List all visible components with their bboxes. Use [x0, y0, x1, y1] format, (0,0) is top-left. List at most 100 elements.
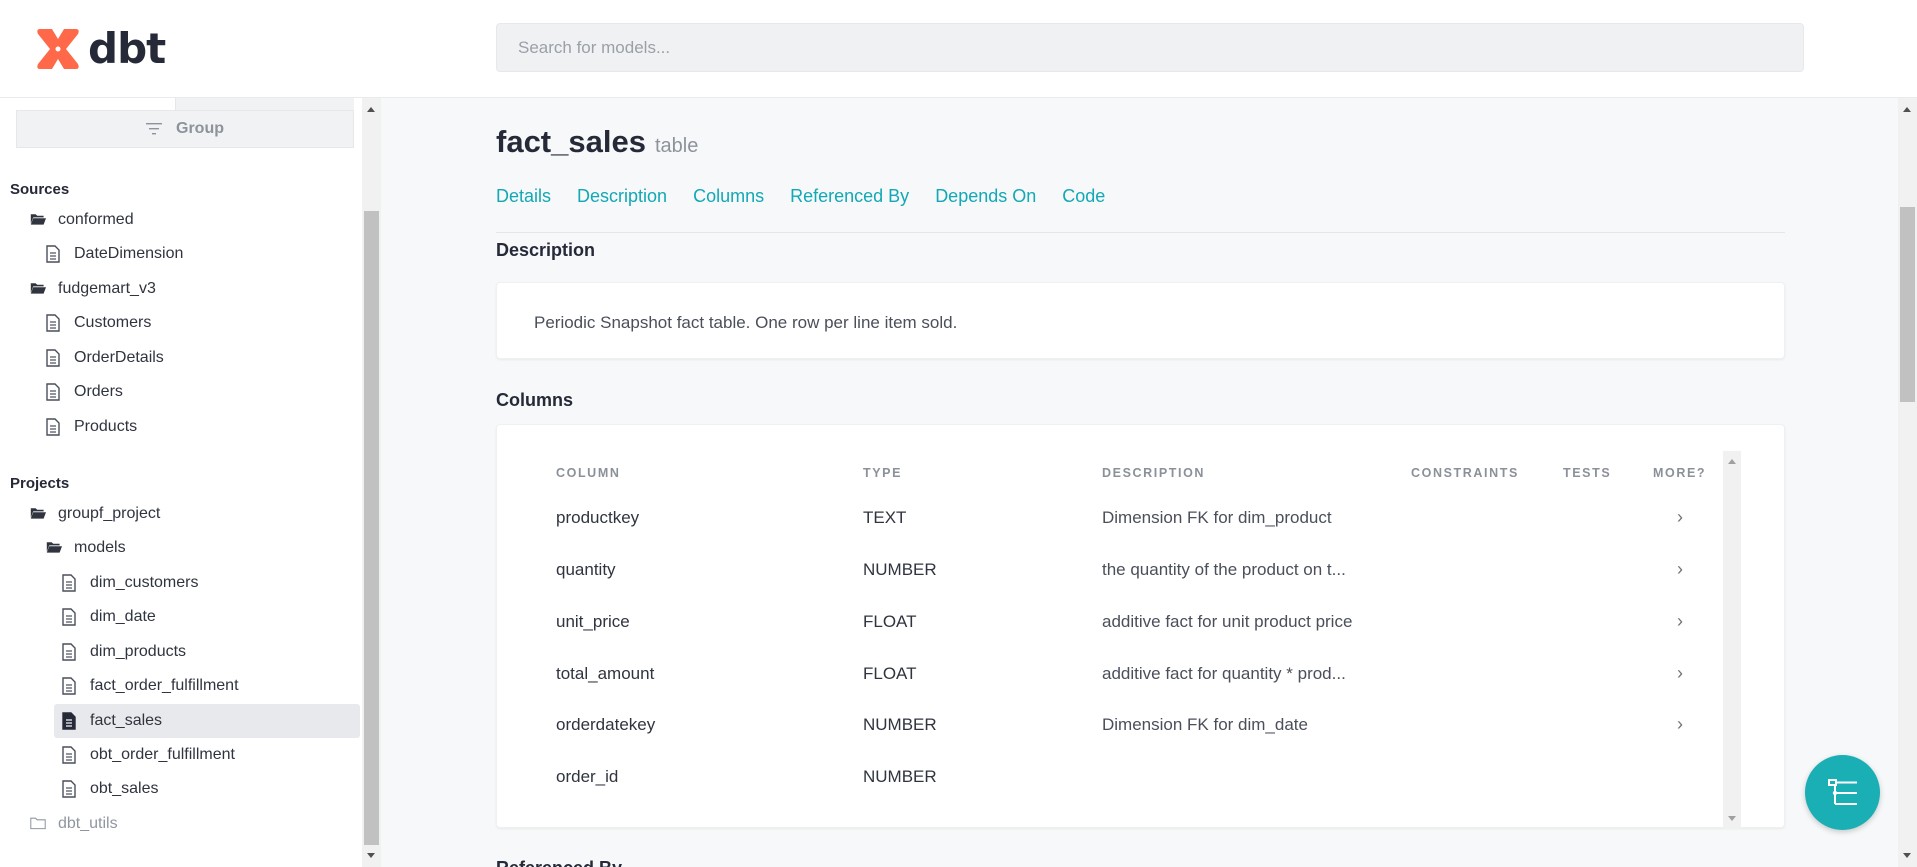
- dbt-logo[interactable]: dbt: [34, 24, 166, 73]
- sidebar-scrollbar-thumb[interactable]: [364, 211, 379, 845]
- scroll-down-arrow-icon[interactable]: [367, 853, 375, 858]
- expand-chevron-icon[interactable]: ›: [1677, 611, 1683, 632]
- row-column-name[interactable]: total_amount: [556, 664, 654, 684]
- expand-chevron-icon[interactable]: ›: [1677, 714, 1683, 735]
- document-icon: [62, 677, 78, 695]
- model-materialization: table: [654, 135, 699, 157]
- document-icon: [62, 643, 78, 661]
- scroll-down-arrow-icon[interactable]: [1728, 816, 1736, 821]
- sidebar: Group Sources conformed DateDimension fu…: [0, 98, 362, 867]
- sidebar-item-datedimension[interactable]: DateDimension: [46, 239, 183, 269]
- expand-chevron-icon[interactable]: ›: [1677, 663, 1683, 684]
- nav-referenced-by[interactable]: Referenced By: [790, 186, 909, 207]
- row-column-name[interactable]: order_id: [556, 767, 618, 787]
- sidebar-item-fudgemart-v3[interactable]: fudgemart_v3: [30, 274, 156, 304]
- columns-card: COLUMN TYPE DESCRIPTION CONSTRAINTS TEST…: [496, 424, 1785, 829]
- folder-open-icon: [46, 539, 62, 557]
- nav-columns[interactable]: Columns: [693, 186, 764, 207]
- scroll-down-arrow-icon[interactable]: [1903, 853, 1911, 858]
- sidebar-item-label: obt_sales: [90, 780, 159, 797]
- sidebar-item-obt-sales[interactable]: obt_sales: [62, 774, 159, 804]
- row-column-type: NUMBER: [863, 767, 937, 786]
- column-header-description: DESCRIPTION: [1102, 466, 1206, 480]
- document-icon: [46, 349, 62, 367]
- nav-code[interactable]: Code: [1062, 186, 1105, 207]
- folder-open-icon: [30, 280, 46, 298]
- sidebar-item-dim-date[interactable]: dim_date: [62, 602, 156, 632]
- row-column-name[interactable]: productkey: [556, 508, 639, 528]
- sidebar-scrollbar[interactable]: [362, 98, 381, 867]
- row-column-description: Dimension FK for dim_date: [1102, 715, 1308, 734]
- sidebar-tabs: [16, 98, 354, 110]
- sidebar-item-label: fact_sales: [90, 712, 163, 729]
- dbt-logo-icon: [37, 28, 79, 69]
- sidebar-item-models[interactable]: models: [46, 533, 126, 563]
- sidebar-item-label: models: [74, 539, 126, 556]
- sidebar-item-label: DateDimension: [74, 245, 184, 262]
- group-button[interactable]: Group: [16, 110, 354, 148]
- nav-details[interactable]: Details: [496, 186, 551, 207]
- document-icon: [62, 608, 78, 626]
- search-input[interactable]: Search for models...: [496, 23, 1804, 72]
- sidebar-item-obt-order-fulfillment[interactable]: obt_order_fulfillment: [62, 740, 235, 770]
- column-header-tests: TESTS: [1563, 466, 1612, 480]
- folder-closed-icon: [30, 815, 46, 833]
- page-scrollbar-thumb[interactable]: [1900, 207, 1915, 402]
- expand-chevron-icon[interactable]: ›: [1677, 559, 1683, 580]
- sidebar-item-label: conformed: [58, 211, 134, 228]
- column-header-type: TYPE: [863, 466, 903, 480]
- folder-open-icon: [30, 211, 46, 229]
- row-column-type: FLOAT: [863, 664, 917, 683]
- description-heading: Description: [496, 240, 596, 260]
- expand-chevron-icon[interactable]: ›: [1677, 507, 1683, 528]
- sidebar-item-fact-order-fulfillment[interactable]: fact_order_fulfillment: [62, 671, 239, 701]
- section-nav: Details Description Columns Referenced B…: [496, 186, 1131, 207]
- sidebar-item-label: Products: [74, 418, 138, 435]
- document-icon: [46, 314, 62, 332]
- sidebar-item-groupf-project[interactable]: groupf_project: [30, 499, 160, 529]
- row-column-type: FLOAT: [863, 612, 917, 631]
- document-icon: [62, 574, 78, 592]
- scroll-up-arrow-icon[interactable]: [1728, 459, 1736, 464]
- sidebar-item-products[interactable]: Products: [46, 412, 137, 442]
- lineage-graph-button[interactable]: [1805, 755, 1880, 830]
- sidebar-item-orders[interactable]: Orders: [46, 377, 123, 407]
- document-filled-icon: [62, 712, 78, 730]
- document-icon: [46, 418, 62, 436]
- group-label: Group: [176, 120, 224, 137]
- sidebar-item-label: fudgemart_v3: [58, 280, 156, 297]
- tab-project[interactable]: [16, 98, 176, 110]
- document-icon: [46, 383, 62, 401]
- row-column-name[interactable]: unit_price: [556, 612, 630, 632]
- sidebar-item-dbt-utils[interactable]: dbt_utils: [30, 809, 118, 839]
- sidebar-item-fact-sales[interactable]: fact_sales: [54, 704, 360, 738]
- sidebar-item-label: Orders: [74, 383, 123, 400]
- model-name: fact_sales: [496, 124, 646, 159]
- row-column-description: the quantity of the product on t...: [1102, 560, 1346, 579]
- nav-description[interactable]: Description: [577, 186, 667, 207]
- row-column-type: NUMBER: [863, 560, 937, 579]
- main-content: fact_sales table Details Description Col…: [381, 98, 1898, 867]
- sources-heading: Sources: [10, 181, 70, 198]
- table-scrollbar[interactable]: [1723, 451, 1741, 829]
- tab-database[interactable]: [176, 98, 354, 110]
- column-header-column: COLUMN: [556, 466, 621, 480]
- sidebar-item-conformed[interactable]: conformed: [30, 205, 134, 235]
- description-card: Periodic Snapshot fact table. One row pe…: [496, 282, 1785, 359]
- sidebar-item-label: groupf_project: [58, 505, 161, 522]
- scroll-up-arrow-icon[interactable]: [1903, 107, 1911, 112]
- document-icon: [62, 780, 78, 798]
- page-scrollbar[interactable]: [1898, 98, 1917, 867]
- row-column-name[interactable]: quantity: [556, 560, 616, 580]
- sidebar-item-dim-customers[interactable]: dim_customers: [62, 568, 198, 598]
- scroll-up-arrow-icon[interactable]: [367, 107, 375, 112]
- sidebar-item-dim-products[interactable]: dim_products: [62, 637, 186, 667]
- sidebar-item-label: dim_customers: [90, 574, 199, 591]
- nav-depends-on[interactable]: Depends On: [935, 186, 1036, 207]
- sidebar-item-customers[interactable]: Customers: [46, 308, 151, 338]
- column-header-more: MORE?: [1653, 466, 1707, 480]
- sidebar-item-orderdetails[interactable]: OrderDetails: [46, 343, 164, 373]
- row-column-name[interactable]: orderdatekey: [556, 715, 655, 735]
- column-header-constraints: CONSTRAINTS: [1411, 466, 1519, 480]
- document-icon: [62, 746, 78, 764]
